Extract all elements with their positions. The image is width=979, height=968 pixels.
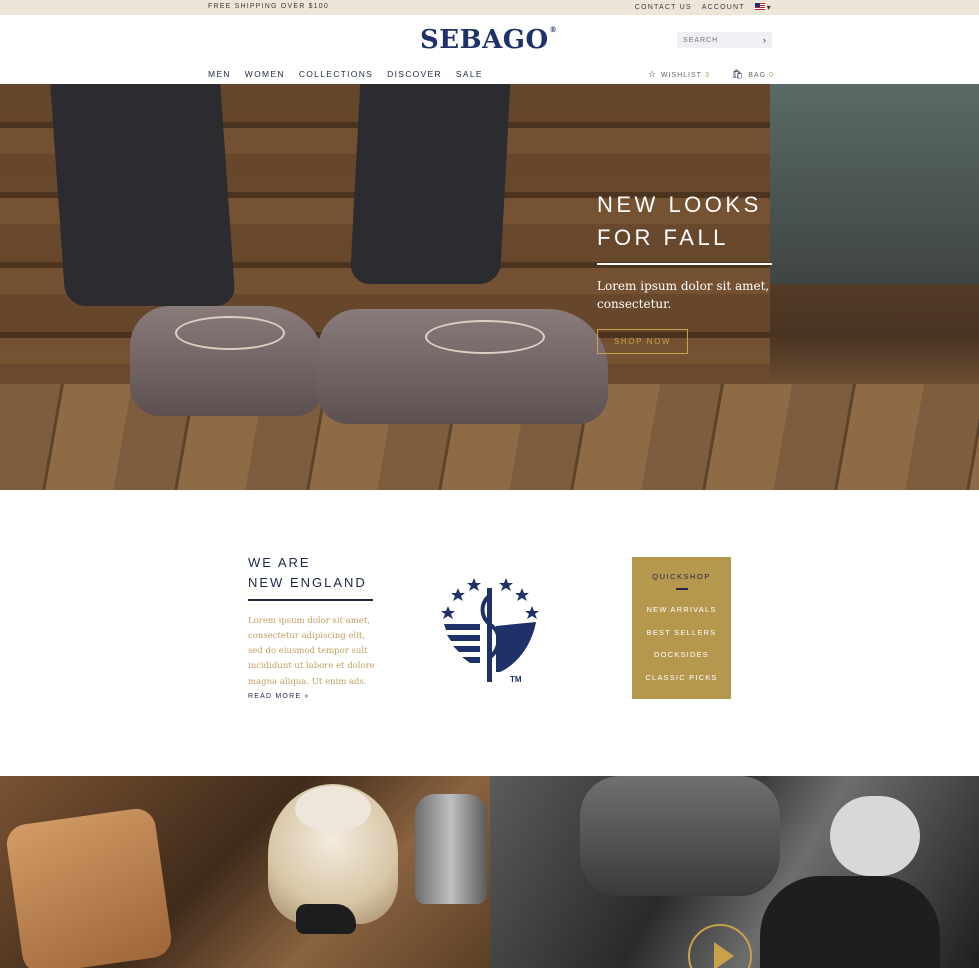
about-body: Lorem ipsum dolor sit amet, consectetur … — [248, 615, 375, 687]
sebago-emblem-icon: TM — [441, 578, 539, 684]
shoe-in-progress — [760, 876, 940, 968]
brush — [296, 904, 356, 934]
craftsman-video-image[interactable] — [490, 776, 979, 968]
contact-us-link[interactable]: CONTACT US — [635, 4, 692, 11]
hero-leg-right — [349, 84, 511, 284]
sebago-logo[interactable]: SEBAGO® — [420, 25, 557, 55]
wishlist-link[interactable]: ☆ WISHLIST 3 — [648, 69, 710, 80]
about-section: WE ARE NEW ENGLAND Lorem ipsum dolor sit … — [248, 553, 378, 700]
read-more-link[interactable]: READ MORE » — [248, 693, 378, 700]
hero-title-line2: FOR FALL — [597, 225, 729, 250]
hero-divider — [597, 263, 772, 265]
country-selector[interactable]: ▾ — [754, 3, 772, 12]
quickshop-best-sellers[interactable]: BEST SELLERS — [632, 622, 731, 645]
shop-now-button[interactable]: SHOP NOW — [597, 329, 688, 354]
hero-wall-image — [770, 84, 979, 284]
bag-icon: 🛍 — [731, 69, 745, 79]
nav-collections[interactable]: COLLECTIONS — [299, 69, 373, 79]
search-input[interactable] — [683, 36, 753, 44]
shoe-last-block — [4, 806, 174, 968]
hero-description: Lorem ipsum dolor sit amet, consectetur. — [597, 279, 770, 311]
chevron-down-icon: ▾ — [766, 3, 772, 12]
play-icon[interactable] — [688, 924, 752, 968]
nav-men[interactable]: MEN — [208, 69, 231, 79]
craftsman-arm — [580, 776, 780, 896]
quickshop-divider — [675, 588, 688, 590]
chevron-right-icon[interactable]: › — [763, 35, 766, 45]
hero-leg-left — [50, 84, 236, 306]
top-bar-links: CONTACT US ACCOUNT ▾ — [635, 3, 772, 12]
glue-jar-lid — [295, 786, 371, 832]
search-box[interactable]: › — [677, 32, 772, 48]
quickshop-title: QUICKSHOP — [652, 572, 711, 581]
emblem-star — [515, 588, 529, 601]
emblem-star — [441, 606, 455, 619]
emblem-star — [499, 578, 513, 591]
hero-title: NEW LOOKS FOR FALL — [597, 188, 772, 254]
registered-mark: ® — [549, 25, 558, 34]
hero-lace-left — [175, 316, 285, 350]
logo-text: SEBAGO — [420, 25, 549, 55]
workshop-tools-image[interactable] — [0, 776, 490, 968]
utility-links: ☆ WISHLIST 3 🛍 BAG 0 — [648, 69, 774, 80]
quickshop-new-arrivals[interactable]: NEW ARRIVALS — [632, 599, 731, 622]
nav-discover[interactable]: DISCOVER — [387, 69, 442, 79]
emblem-star — [451, 588, 465, 601]
account-link[interactable]: ACCOUNT — [702, 4, 745, 11]
bag-label: BAG — [748, 72, 767, 79]
glue-jar — [268, 784, 398, 924]
hero-banner: NEW LOOKS FOR FALL Lorem ipsum dolor sit … — [0, 84, 979, 490]
emblem-trademark: TM — [510, 675, 522, 684]
hero-lace-right — [425, 320, 545, 354]
hero-text-block: NEW LOOKS FOR FALL Lorem ipsum dolor sit … — [597, 188, 772, 354]
about-title-line1: WE ARE — [248, 555, 311, 570]
emblem-mast — [487, 588, 492, 682]
quickshop-panel: QUICKSHOP NEW ARRIVALS BEST SELLERS DOCK… — [632, 557, 731, 699]
bag-count: 0 — [769, 72, 774, 79]
about-title: WE ARE NEW ENGLAND — [248, 553, 378, 593]
emblem-sail — [496, 622, 536, 672]
free-shipping-text: FREE SHIPPING OVER $100 — [208, 3, 329, 10]
bag-link[interactable]: 🛍 BAG 0 — [732, 69, 774, 80]
site-header: SEBAGO® › MEN WOMEN COLLECTIONS DISCOVER… — [0, 15, 979, 84]
about-divider — [248, 599, 373, 601]
us-flag-icon — [754, 3, 765, 10]
quickshop-classic-picks[interactable]: CLASSIC PICKS — [632, 667, 731, 690]
emblem-star — [525, 606, 539, 619]
hero-title-line1: NEW LOOKS — [597, 192, 762, 217]
wishlist-label: WISHLIST — [660, 72, 702, 79]
top-bar: FREE SHIPPING OVER $100 CONTACT US ACCOU… — [0, 0, 979, 15]
main-nav: MEN WOMEN COLLECTIONS DISCOVER SALE — [208, 69, 483, 79]
quickshop-docksides[interactable]: DOCKSIDES — [632, 644, 731, 667]
nav-women[interactable]: WOMEN — [245, 69, 285, 79]
about-title-line2: NEW ENGLAND — [248, 575, 367, 590]
emblem-stripes — [444, 624, 480, 663]
emblem-star — [467, 578, 481, 591]
wishlist-count: 3 — [704, 72, 710, 79]
nav-sale[interactable]: SALE — [456, 69, 483, 79]
craftsman-hand — [830, 796, 920, 876]
metal-can — [415, 794, 487, 904]
star-icon: ☆ — [647, 69, 657, 79]
